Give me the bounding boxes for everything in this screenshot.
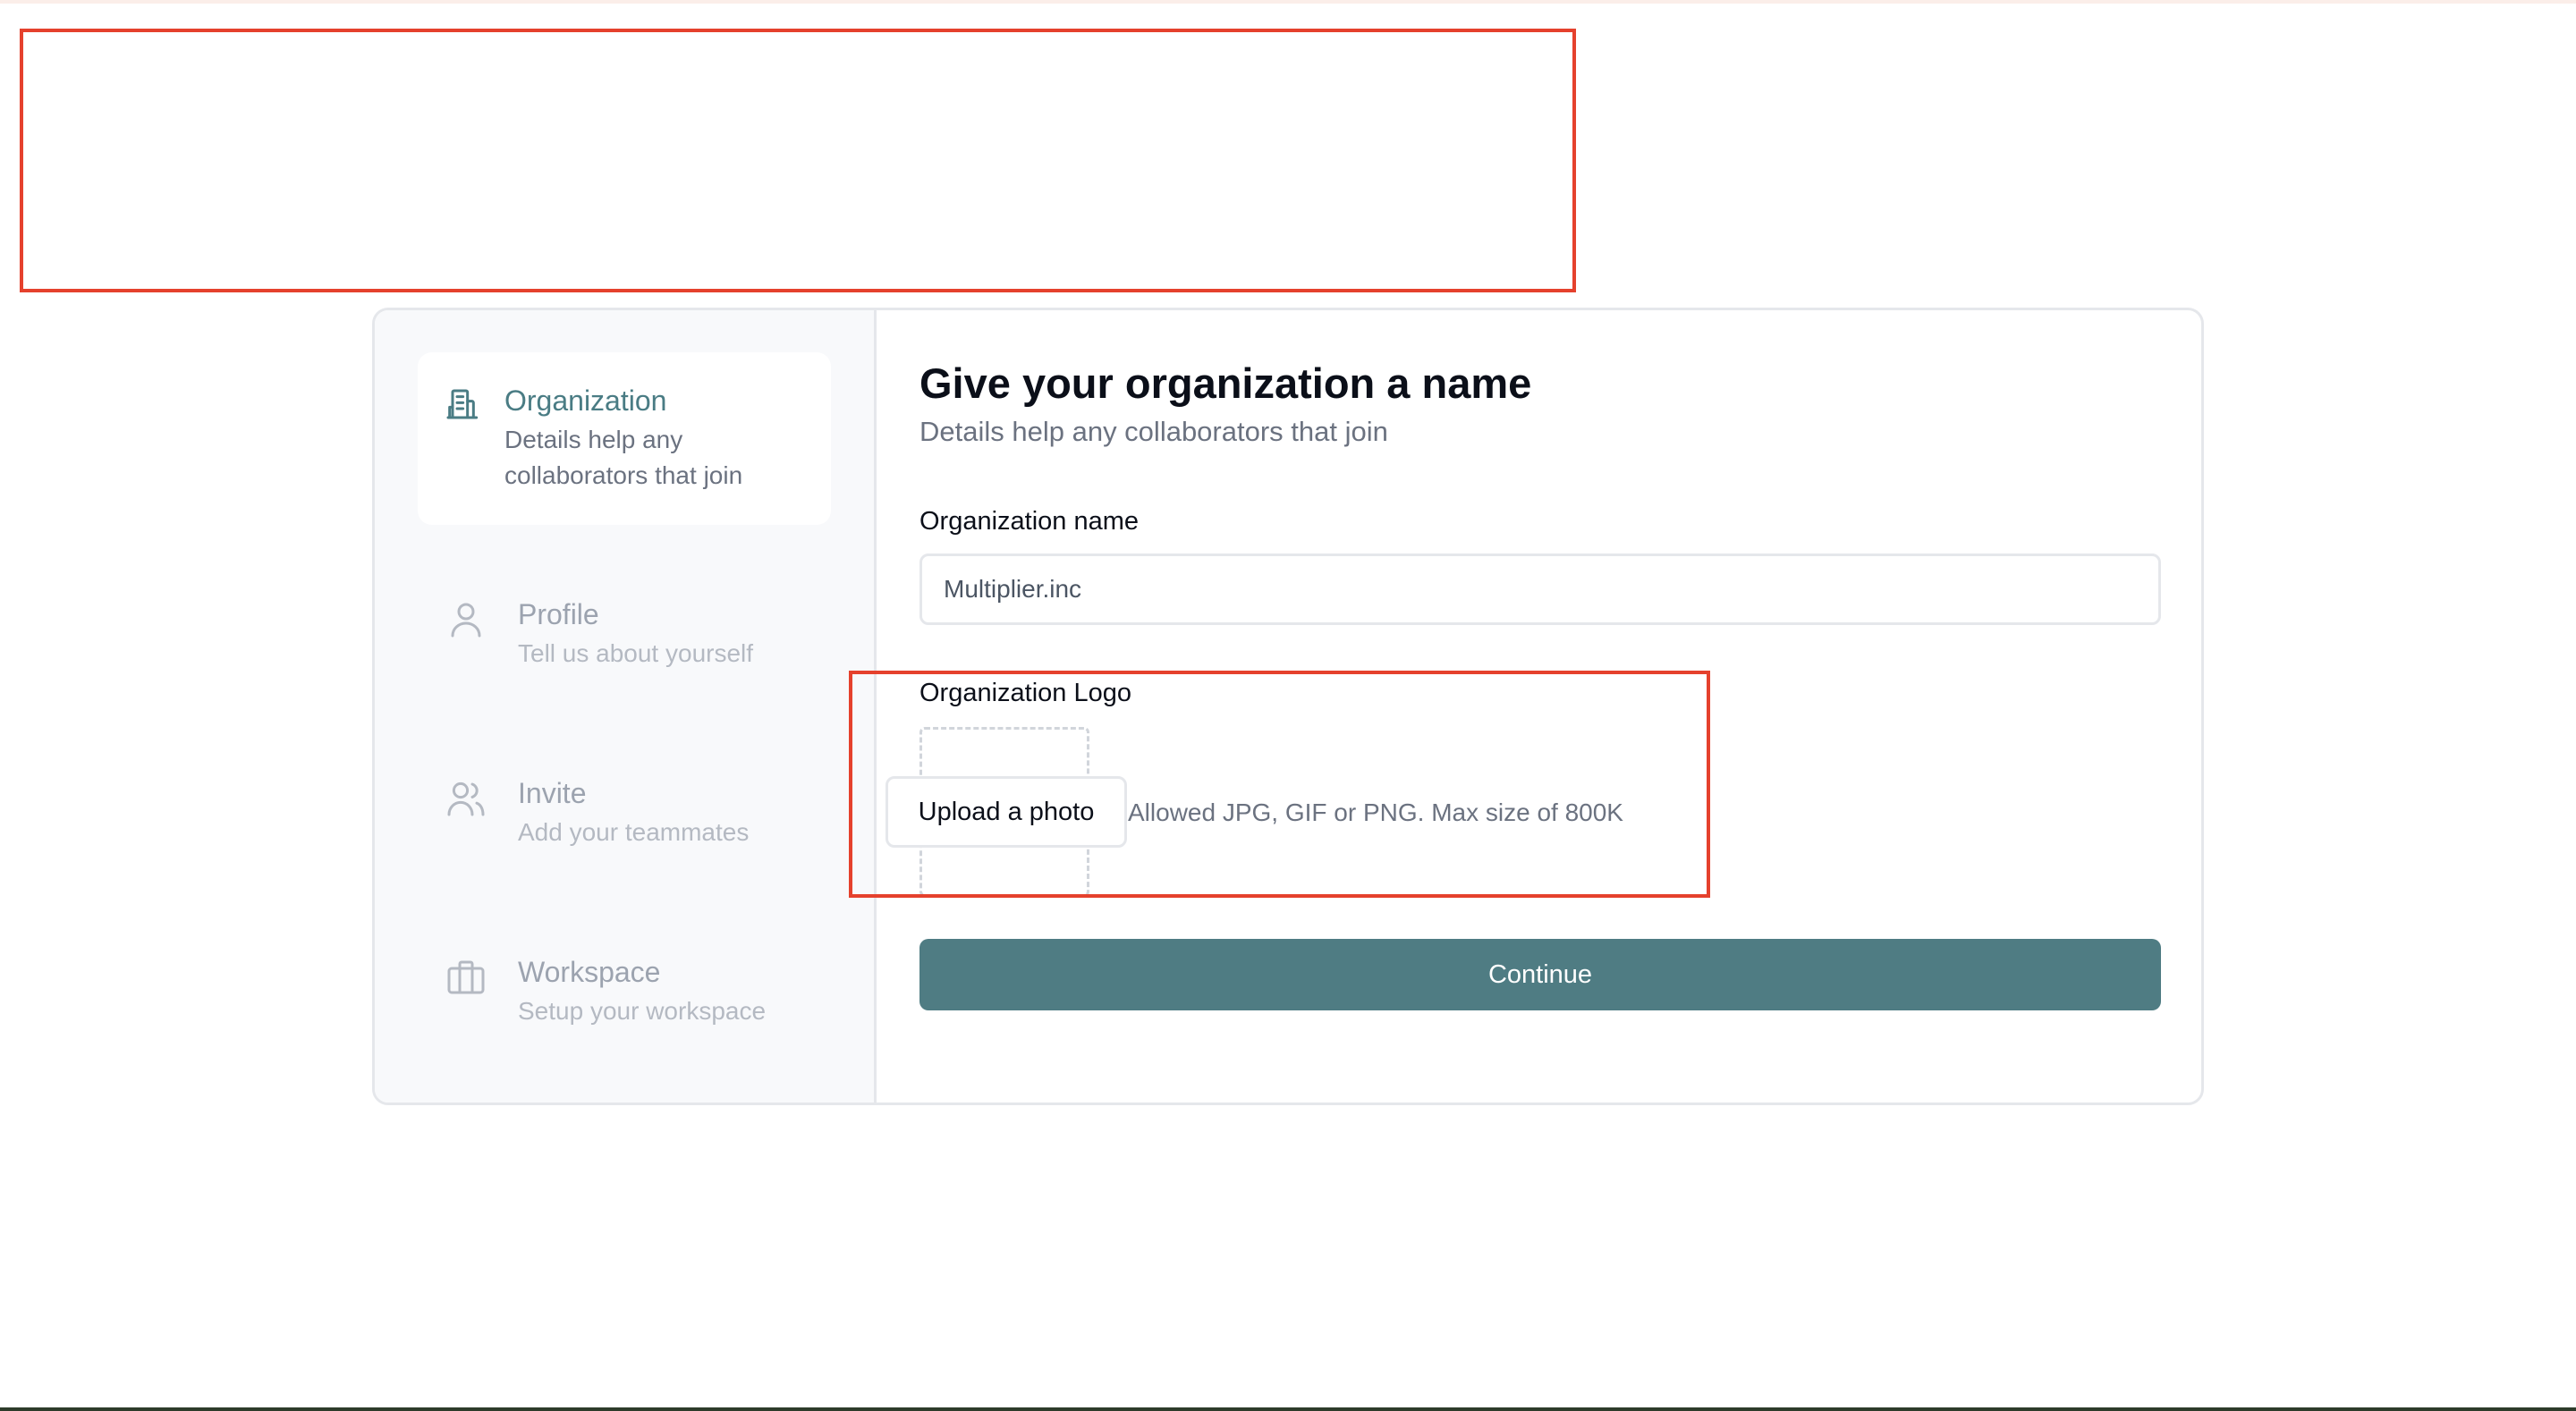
step-invite[interactable]: Invite Add your teammates: [418, 775, 831, 865]
step-title: Profile: [518, 598, 599, 630]
step-title: Invite: [518, 777, 587, 809]
top-divider: [0, 0, 2576, 4]
step-subtitle: Setup your workspace: [518, 997, 767, 1025]
building-icon: [444, 386, 479, 422]
step-subtitle: Add your teammates: [518, 818, 750, 846]
step-workspace[interactable]: Workspace Setup your workspace: [418, 954, 831, 1043]
continue-button[interactable]: Continue: [919, 939, 2161, 1010]
step-title: Workspace: [518, 956, 661, 988]
org-name-input[interactable]: [919, 553, 2161, 625]
step-profile[interactable]: Profile Tell us about yourself: [418, 596, 831, 686]
highlight-box-logo: [849, 671, 1710, 898]
page-title: Give your organization a name: [919, 359, 1532, 407]
step-organization[interactable]: Organization Details help any collaborat…: [418, 352, 831, 525]
briefcase-icon: [445, 956, 487, 999]
user-icon: [445, 598, 487, 641]
steps-sidebar: Organization Details help any collaborat…: [375, 310, 877, 1103]
step-title: Organization: [504, 384, 667, 417]
users-icon: [445, 777, 487, 820]
step-subtitle: Details help any: [504, 426, 683, 453]
page-subtitle: Details help any collaborators that join: [919, 416, 1388, 447]
step-subtitle: Tell us about yourself: [518, 639, 754, 667]
org-name-label: Organization name: [919, 507, 1140, 536]
step-subtitle: collaborators that join: [504, 461, 743, 489]
highlight-box-top: [20, 29, 1576, 292]
bottom-edge: [0, 1407, 2576, 1411]
